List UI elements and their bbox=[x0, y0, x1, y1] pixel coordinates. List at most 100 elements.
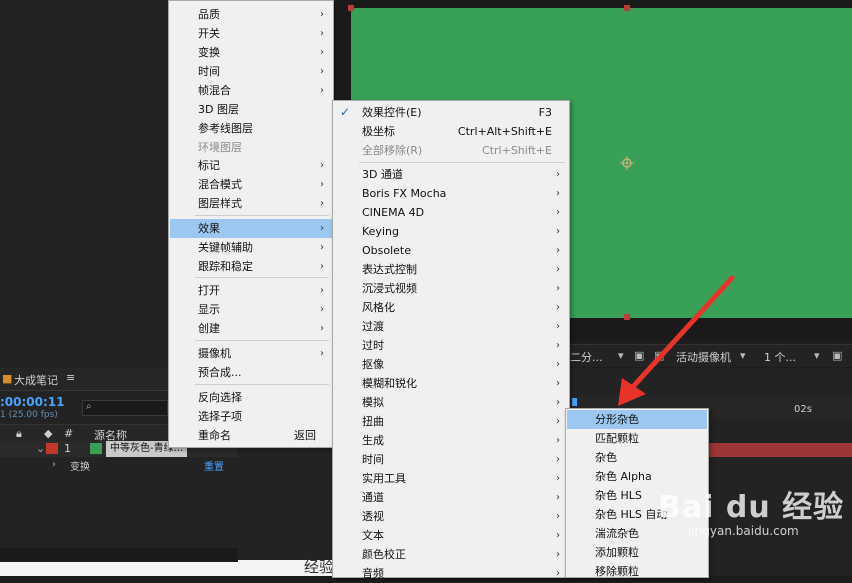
effects-menu-item[interactable]: 扭曲 › bbox=[334, 412, 568, 431]
layer-menu-item-label: 效果 bbox=[198, 222, 220, 235]
fps-readout: 1 (25.00 fps) bbox=[0, 410, 58, 420]
effects-menu-item[interactable]: Boris FX Mocha › bbox=[334, 184, 568, 203]
effects-menu-item-label: 生成 bbox=[362, 434, 384, 447]
current-timecode[interactable]: :00:00:11 bbox=[0, 395, 65, 409]
layer-menu-item-label: 创建 bbox=[198, 322, 220, 335]
effects-menu-item[interactable]: 极坐标 Ctrl+Alt+Shift+E bbox=[334, 122, 568, 141]
layer-menu-item[interactable]: 显示 › bbox=[170, 300, 332, 319]
views-select[interactable]: 1 个... bbox=[764, 349, 796, 365]
viewer-options-icon[interactable]: ▣ bbox=[832, 349, 842, 362]
noise-menu-item[interactable]: 杂色 bbox=[567, 448, 707, 467]
effects-menu-item[interactable]: 颜色校正 › bbox=[334, 545, 568, 564]
views-chevron-icon[interactable]: ▾ bbox=[814, 349, 820, 362]
effects-menu-item[interactable]: 音频 › bbox=[334, 564, 568, 583]
timeline-tab[interactable]: 大成笔记 bbox=[14, 372, 58, 388]
layer-menu-item[interactable]: 品质 › bbox=[170, 5, 332, 24]
layer-menu-item[interactable]: 开关 › bbox=[170, 24, 332, 43]
effects-menu-item[interactable]: ✓ 效果控件(E) F3 bbox=[334, 103, 568, 122]
col-number: # bbox=[64, 427, 74, 440]
chevron-right-icon: › bbox=[556, 226, 560, 237]
layer-menu-item[interactable]: 图层样式 › bbox=[170, 194, 332, 213]
effects-menu-item[interactable]: 3D 通道 › bbox=[334, 165, 568, 184]
effects-menu-item[interactable]: 抠像 › bbox=[334, 355, 568, 374]
layer-menu-item[interactable]: 摄像机 › bbox=[170, 344, 332, 363]
label-icon[interactable]: ◆ bbox=[44, 427, 52, 440]
transform-label[interactable]: 变换 bbox=[70, 458, 90, 473]
effects-menu-item-label: Keying bbox=[362, 225, 399, 238]
layer-menu-item[interactable]: 跟踪和稳定 › bbox=[170, 257, 332, 276]
layer-menu-item[interactable]: 关键帧辅助 › bbox=[170, 238, 332, 257]
layer-menu-item-label: 时间 bbox=[198, 65, 220, 78]
effects-menu-item-label: 效果控件(E) bbox=[362, 106, 422, 119]
noise-menu-item-label: 湍流杂色 bbox=[595, 527, 639, 540]
layer-menu-item[interactable]: 反向选择 bbox=[170, 388, 332, 407]
checkmark-icon: ✓ bbox=[340, 105, 351, 119]
layer-menu-item-label: 变换 bbox=[198, 46, 220, 59]
chevron-right-icon: › bbox=[320, 28, 324, 39]
layer-handle-tl[interactable] bbox=[348, 5, 354, 11]
tab-menu-icon[interactable]: ≡ bbox=[66, 371, 75, 384]
effects-menu-item[interactable]: 模糊和锐化 › bbox=[334, 374, 568, 393]
noise-menu-item-label: 杂色 HLS 自动 bbox=[595, 508, 668, 521]
reset-link[interactable]: 重置 bbox=[204, 458, 224, 473]
layer-menu-item[interactable]: 重命名 返回 bbox=[170, 426, 332, 445]
effects-menu-item[interactable]: 通道 › bbox=[334, 488, 568, 507]
camera-chevron-icon[interactable]: ▾ bbox=[740, 349, 746, 362]
effects-menu-item[interactable]: 模拟 › bbox=[334, 393, 568, 412]
effects-menu-item-label: 过渡 bbox=[362, 320, 384, 333]
chevron-right-icon: › bbox=[556, 530, 560, 541]
noise-menu-item[interactable]: 匹配颗粒 bbox=[567, 429, 707, 448]
effects-menu-item[interactable]: 过时 › bbox=[334, 336, 568, 355]
layer-menu-item[interactable]: 帧混合 › bbox=[170, 81, 332, 100]
layer-menu-item-label: 显示 bbox=[198, 303, 220, 316]
effects-menu-item[interactable]: 表达式控制 › bbox=[334, 260, 568, 279]
effects-menu-item-label: 扭曲 bbox=[362, 415, 384, 428]
timeline-search-input[interactable]: ⌕ bbox=[82, 400, 168, 416]
effects-menu-item[interactable]: CINEMA 4D › bbox=[334, 203, 568, 222]
effects-menu-item-label: CINEMA 4D bbox=[362, 206, 425, 219]
close-tab-icon[interactable]: ■ bbox=[2, 372, 12, 385]
transform-chevron-icon[interactable]: › bbox=[52, 459, 56, 470]
effects-menu-item[interactable]: Obsolete › bbox=[334, 241, 568, 260]
noise-menu-item[interactable]: 移除颗粒 bbox=[567, 562, 707, 581]
chevron-right-icon: › bbox=[320, 9, 324, 20]
effects-menu-item-label: 通道 bbox=[362, 491, 384, 504]
layer-menu-item[interactable]: 打开 › bbox=[170, 281, 332, 300]
layer-menu-item[interactable]: 预合成... bbox=[170, 363, 332, 382]
effects-menu-item[interactable]: 文本 › bbox=[334, 526, 568, 545]
chevron-right-icon: › bbox=[556, 435, 560, 446]
label-color-swatch[interactable] bbox=[46, 443, 58, 454]
layer-menu-item[interactable]: 变换 › bbox=[170, 43, 332, 62]
effects-menu-item[interactable]: 生成 › bbox=[334, 431, 568, 450]
layer-menu-item[interactable]: 参考线图层 bbox=[170, 119, 332, 138]
expand-chevron-icon[interactable]: ⌄ bbox=[36, 442, 45, 455]
effects-menu-item[interactable]: 透视 › bbox=[334, 507, 568, 526]
chevron-right-icon: › bbox=[320, 66, 324, 77]
timeline-status-bar bbox=[0, 548, 238, 562]
layer-menu-item[interactable]: 效果 › bbox=[170, 219, 332, 238]
project-panel bbox=[0, 0, 168, 368]
effects-menu-item[interactable]: 实用工具 › bbox=[334, 469, 568, 488]
menu-separator bbox=[359, 162, 565, 163]
layer-menu-item-label: 摄像机 bbox=[198, 347, 231, 360]
effects-menu-item[interactable]: 时间 › bbox=[334, 450, 568, 469]
layer-menu-item[interactable]: 标记 › bbox=[170, 156, 332, 175]
layer-menu-item[interactable]: 创建 › bbox=[170, 319, 332, 338]
effects-menu-item-label: 风格化 bbox=[362, 301, 395, 314]
layer-menu-item[interactable]: 3D 图层 bbox=[170, 100, 332, 119]
chevron-right-icon: › bbox=[556, 568, 560, 579]
effects-menu-item-label: Obsolete bbox=[362, 244, 412, 257]
layer-menu-item[interactable]: 选择子项 bbox=[170, 407, 332, 426]
effects-menu-item-label: 3D 通道 bbox=[362, 168, 403, 181]
layer-menu-item: 环境图层 bbox=[170, 138, 332, 157]
effects-menu-item[interactable]: 沉浸式视频 › bbox=[334, 279, 568, 298]
lock-icon[interactable]: 🔒︎ bbox=[16, 427, 22, 441]
anchor-point-icon[interactable] bbox=[620, 156, 634, 170]
noise-menu-item[interactable]: 添加颗粒 bbox=[567, 543, 707, 562]
effects-menu-item[interactable]: 风格化 › bbox=[334, 298, 568, 317]
layer-menu-item[interactable]: 混合模式 › bbox=[170, 175, 332, 194]
layer-menu-item[interactable]: 时间 › bbox=[170, 62, 332, 81]
effects-menu-item[interactable]: Keying › bbox=[334, 222, 568, 241]
effects-menu-item[interactable]: 过渡 › bbox=[334, 317, 568, 336]
layer-handle-tm[interactable] bbox=[624, 5, 630, 11]
